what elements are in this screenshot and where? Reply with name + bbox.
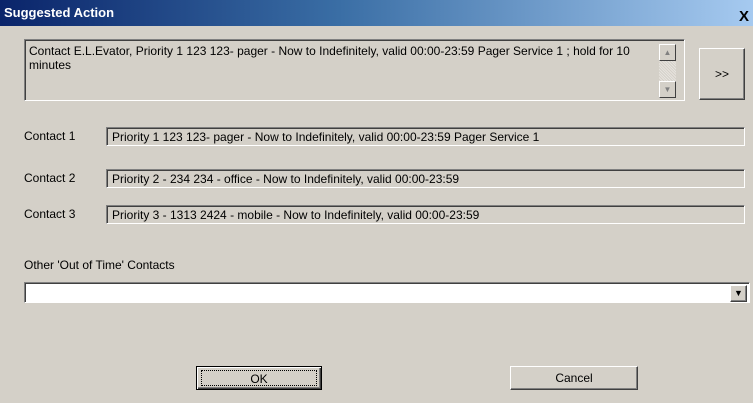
title-bar[interactable]: Suggested Action X	[0, 0, 753, 26]
close-icon[interactable]: X	[735, 8, 753, 26]
chevron-down-icon[interactable]: ▼	[730, 285, 747, 302]
contact-1-value: Priority 1 123 123- pager - Now to Indef…	[112, 130, 540, 144]
ok-button-label: OK	[201, 370, 317, 386]
contact-1-field[interactable]: Priority 1 123 123- pager - Now to Indef…	[106, 127, 745, 146]
window-title: Suggested Action	[4, 5, 115, 20]
contact-2-label: Contact 2	[24, 171, 76, 185]
cancel-button[interactable]: Cancel	[510, 366, 638, 390]
contact-2-value: Priority 2 - 234 234 - office - Now to I…	[112, 172, 460, 186]
action-summary-box[interactable]: Contact E.L.Evator, Priority 1 123 123- …	[24, 39, 685, 101]
other-contacts-label: Other 'Out of Time' Contacts	[24, 258, 175, 272]
contact-2-field[interactable]: Priority 2 - 234 234 - office - Now to I…	[106, 169, 745, 188]
scroll-up-icon[interactable]: ▲	[659, 44, 676, 61]
scroll-down-icon[interactable]: ▼	[659, 81, 676, 98]
contact-3-field[interactable]: Priority 3 - 1313 2424 - mobile - Now to…	[106, 205, 745, 224]
contact-3-label: Contact 3	[24, 207, 76, 221]
contact-1-label: Contact 1	[24, 129, 76, 143]
action-summary-text: Contact E.L.Evator, Priority 1 123 123- …	[29, 44, 630, 72]
other-contacts-dropdown[interactable]: ▼	[24, 282, 750, 303]
suggested-action-dialog: Suggested Action X Contact E.L.Evator, P…	[0, 0, 753, 403]
ok-button[interactable]: OK	[196, 366, 322, 390]
contact-3-value: Priority 3 - 1313 2424 - mobile - Now to…	[112, 208, 480, 222]
summary-scrollbar[interactable]: ▲ ▼	[659, 44, 676, 98]
expand-button[interactable]: >>	[699, 48, 745, 100]
scroll-track[interactable]	[659, 61, 676, 81]
